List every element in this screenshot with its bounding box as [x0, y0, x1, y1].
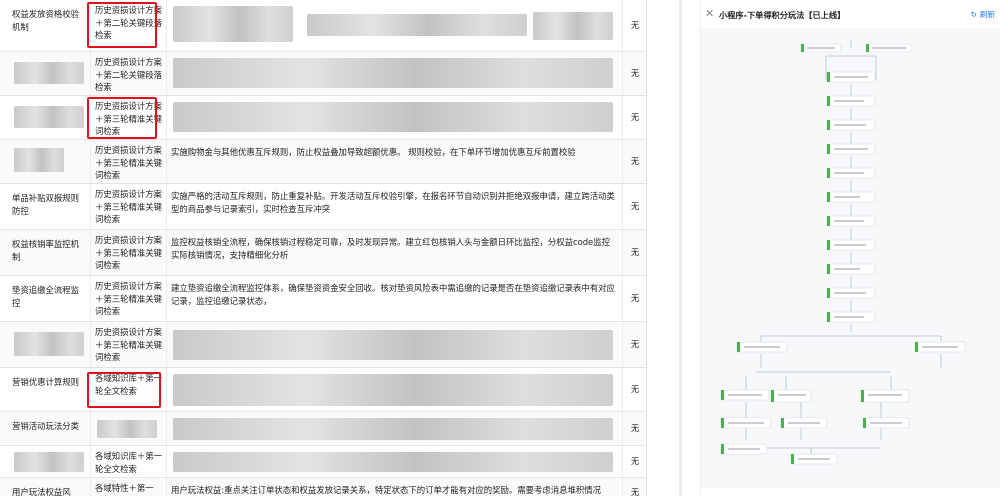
- cell-desc: [166, 96, 622, 139]
- flow-nodes: [720, 43, 966, 465]
- risk-table[interactable]: 权益发放资格校验机制 历史资损设计方案＋第二轮关键段落检索 无 历史资损设计方案…: [0, 0, 647, 496]
- cell-name: 营销优惠计算规则: [12, 377, 79, 387]
- cell-name: 权益核销率监控机制: [12, 239, 79, 262]
- cell-method: 历史资损设计方案＋第二轮关键段落检索: [90, 0, 166, 51]
- table-row: 历史资损设计方案＋第三轮精准关键词检索 无: [0, 322, 646, 368]
- cell-result: 无: [622, 446, 646, 477]
- cell-desc: [166, 446, 622, 477]
- table-row: 垫资追缴全流程监控 历史资损设计方案＋第三轮精准关键词检索 建立垫资追缴全流程监…: [0, 276, 646, 322]
- refresh-button[interactable]: ↻ 刷新: [970, 9, 995, 20]
- cell-desc: 监控权益核销全流程，确保核销过程稳定可靠，及时发现异常。建立红包核销人头与金额日…: [166, 230, 622, 275]
- cell-desc: 建立垫资追缴全流程监控体系，确保垫资资金安全回收。核对垫资风险表中需追缴的记录是…: [166, 276, 622, 321]
- cell-desc: 实施严格的活动互斥规则，防止重复补贴。开发活动互斥校验引擎，在报名环节自动识别并…: [166, 184, 622, 229]
- cell-result: 无: [622, 368, 646, 411]
- table-row: 各域知识库＋第一轮全文检索 无: [0, 446, 646, 478]
- blurred-text: [173, 452, 613, 472]
- blurred-text: [14, 332, 84, 356]
- cell-name: 垫资追缴全流程监控: [12, 285, 79, 308]
- cell-result: 无: [622, 96, 646, 139]
- cell-desc: [166, 52, 622, 95]
- cell-method: 历史资损设计方案＋第三轮精准关键词检索: [90, 140, 166, 183]
- cell-method: 历史资损设计方案＋第三轮精准关键词检索: [90, 276, 166, 321]
- blurred-text: [173, 330, 613, 360]
- blurred-text: [173, 102, 613, 132]
- blurred-text: [173, 418, 613, 440]
- cell-result: 无: [622, 140, 646, 183]
- table-row: 历史资损设计方案＋第三轮精准关键词检索 实施购物金与其他优惠互斥规则，防止权益叠…: [0, 140, 646, 184]
- cell-result: 无: [622, 478, 646, 496]
- flow-diagram: [720, 40, 966, 465]
- table-row: 营销优惠计算规则 各域知识库＋第一轮全文检索 无: [0, 368, 646, 412]
- cell-desc: [166, 368, 622, 411]
- cell-method: 历史资损设计方案＋第三轮精准关键词检索: [90, 230, 166, 275]
- flow-panel: ✕ 小程序-下单得积分玩法【已上线】 ↻ 刷新: [700, 0, 1000, 496]
- cell-name: [8, 96, 90, 139]
- blurred-text: [173, 374, 613, 406]
- table-row: 历史资损设计方案＋第三轮精准关键词检索 无: [0, 96, 646, 140]
- cell-name: 营销活动玩法分类: [12, 421, 79, 431]
- cell-method: 历史资损设计方案＋第二轮关键段落检索: [90, 52, 166, 95]
- cell-result: 无: [622, 412, 646, 445]
- blurred-text: [307, 14, 527, 36]
- cell-method: 各域知识库＋第一轮全文检索: [90, 368, 166, 411]
- blurred-text: [97, 420, 157, 438]
- blurred-text: [173, 58, 613, 88]
- cell-method: [90, 412, 166, 445]
- table-row: 历史资损设计方案＋第二轮关键段落检索 无: [0, 52, 646, 96]
- close-icon[interactable]: ✕: [705, 8, 714, 19]
- blurred-text: [14, 148, 64, 172]
- blurred-text: [533, 12, 613, 40]
- cell-name: 单品补贴双报规则防控: [12, 193, 79, 216]
- cell-result: 无: [622, 0, 646, 51]
- panel-title: 小程序-下单得积分玩法【已上线】: [719, 10, 846, 20]
- cell-result: 无: [622, 276, 646, 321]
- cell-result: 无: [622, 230, 646, 275]
- cell-name: [8, 446, 90, 477]
- cell-desc: 用户玩法权益:重点关注订单状态和权益发放记录关系，特定状态下的订单才能有对应的奖…: [166, 478, 622, 496]
- cell-method: 各域特性＋第一: [90, 478, 166, 496]
- splitter[interactable]: [679, 0, 682, 496]
- cell-result: 无: [622, 184, 646, 229]
- table-row: 营销活动玩法分类 无: [0, 412, 646, 446]
- panel-header: ✕ 小程序-下单得积分玩法【已上线】 ↻ 刷新: [701, 0, 1000, 28]
- cell-desc: [166, 0, 622, 51]
- refresh-icon: ↻: [970, 10, 977, 19]
- cell-result: 无: [622, 322, 646, 367]
- table-row: 权益发放资格校验机制 历史资损设计方案＋第二轮关键段落检索 无: [0, 0, 646, 52]
- blurred-text: [14, 106, 84, 128]
- refresh-label: 刷新: [979, 10, 995, 19]
- cell-desc: [166, 322, 622, 367]
- table-row: 单品补贴双报规则防控 历史资损设计方案＋第三轮精准关键词检索 实施严格的活动互斥…: [0, 184, 646, 230]
- cell-method: 历史资损设计方案＋第三轮精准关键词检索: [90, 322, 166, 367]
- cell-name: 用户玩法权益风: [12, 487, 71, 496]
- cell-name: 权益发放资格校验机制: [12, 9, 79, 32]
- cell-result: 无: [622, 52, 646, 95]
- cell-name: [8, 322, 90, 367]
- table-row: 权益核销率监控机制 历史资损设计方案＋第三轮精准关键词检索 监控权益核销全流程，…: [0, 230, 646, 276]
- cell-name: [8, 52, 90, 95]
- cell-method: 历史资损设计方案＋第三轮精准关键词检索: [90, 184, 166, 229]
- screen: 权益发放资格校验机制 历史资损设计方案＋第二轮关键段落检索 无 历史资损设计方案…: [0, 0, 1000, 496]
- cell-method: 各域知识库＋第一轮全文检索: [90, 446, 166, 477]
- cell-method: 历史资损设计方案＋第三轮精准关键词检索: [90, 96, 166, 139]
- flow-canvas[interactable]: [701, 28, 1000, 488]
- blurred-text: [14, 452, 84, 472]
- blurred-text: [173, 6, 293, 42]
- cell-desc: [166, 412, 622, 445]
- blurred-text: [14, 62, 84, 84]
- cell-desc: 实施购物金与其他优惠互斥规则，防止权益叠加导致超额优惠。 规则校验，在下单环节增…: [166, 140, 622, 183]
- cell-name: [8, 140, 90, 183]
- table-row: 用户玩法权益风 各域特性＋第一 用户玩法权益:重点关注订单状态和权益发放记录关系…: [0, 478, 646, 496]
